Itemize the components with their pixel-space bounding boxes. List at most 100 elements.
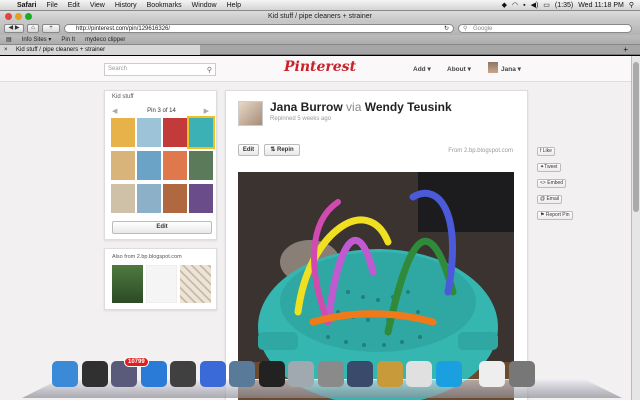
search-field[interactable]: ⚲ Google	[458, 24, 632, 33]
mac-menubar: Safari File Edit View History Bookmarks …	[0, 0, 640, 11]
site-search-input[interactable]: Search ⚲	[104, 63, 216, 76]
board-thumbnail[interactable]	[189, 184, 213, 213]
close-tab-icon[interactable]: ×	[4, 45, 8, 55]
url-text: http://pinterest.com/pin/129616326/	[76, 26, 171, 32]
board-thumbnail[interactable]	[187, 116, 215, 149]
email-button[interactable]: @ Email	[537, 195, 562, 204]
tab-active[interactable]: × Kid stuff / pipe cleaners + strainer	[0, 45, 200, 55]
board-edit-button[interactable]: Edit	[112, 221, 212, 234]
repin-button[interactable]: ⇅ Repin	[264, 144, 300, 156]
pinner-name[interactable]: Jana Burrow	[270, 100, 343, 114]
photo-booth-icon[interactable]	[170, 361, 196, 387]
dropbox-icon[interactable]: ◆	[502, 0, 507, 11]
volume-icon[interactable]: ◀)	[531, 0, 539, 11]
board-thumbnail[interactable]	[189, 151, 213, 180]
board-thumbnail[interactable]	[137, 118, 161, 147]
screen: Safari File Edit View History Bookmarks …	[0, 0, 640, 400]
documents-icon[interactable]	[479, 361, 505, 387]
menu-view[interactable]: View	[85, 0, 110, 11]
preview-icon[interactable]	[288, 361, 314, 387]
board-thumbnail[interactable]	[111, 184, 135, 213]
address-bar[interactable]: http://pinterest.com/pin/129616326/ ↻	[64, 24, 454, 33]
board-thumbnail[interactable]	[111, 151, 135, 180]
new-tab-icon[interactable]: +	[623, 45, 628, 55]
trash-icon[interactable]	[508, 361, 535, 387]
also-thumb[interactable]	[180, 265, 211, 303]
battery-time: (1:35)	[554, 1, 574, 9]
board-pager: Pin 3 of 14	[147, 108, 176, 114]
battery-icon[interactable]: ▭	[543, 0, 550, 11]
pin-edit-button[interactable]: Edit	[238, 144, 259, 156]
webpage: Search ⚲ Pinterest Add ▾ About ▾ Jana ▾ …	[0, 56, 631, 400]
menu-bookmarks[interactable]: Bookmarks	[142, 0, 187, 11]
wifi-icon[interactable]: ◠	[512, 0, 518, 11]
embed-button[interactable]: <> Embed	[537, 179, 567, 188]
pinner-avatar[interactable]	[238, 101, 263, 126]
menu-window[interactable]: Window	[187, 0, 222, 11]
spotlight-icon[interactable]: ⚲	[629, 0, 634, 11]
menu-app[interactable]: Safari	[12, 0, 41, 11]
back-forward-button[interactable]: ◀ ▶	[4, 24, 24, 33]
imovie-icon[interactable]	[258, 361, 285, 387]
minimize-window-icon[interactable]	[15, 13, 22, 20]
keynote-icon[interactable]	[376, 361, 403, 387]
next-pin-icon[interactable]: ▶	[204, 107, 209, 115]
also-thumb[interactable]	[146, 265, 177, 303]
site-search-placeholder: Search	[108, 66, 128, 72]
board-title[interactable]: Kid stuff	[112, 94, 134, 100]
clock[interactable]: Wed 11:18 PM	[578, 0, 624, 11]
also-thumb[interactable]	[112, 265, 143, 303]
picasa-icon[interactable]	[406, 361, 432, 387]
board-thumbnail[interactable]	[111, 118, 135, 147]
iphoto-icon[interactable]	[229, 361, 255, 387]
pinterest-logo[interactable]: Pinterest	[284, 59, 356, 75]
bookmark-info-sites[interactable]: Info Sites ▾	[22, 35, 52, 44]
ink-icon[interactable]	[347, 361, 373, 387]
original-pinner[interactable]: Wendy Teusink	[365, 100, 452, 114]
flag-icon: ⚑	[540, 212, 545, 218]
scrollbar-thumb[interactable]	[633, 62, 639, 212]
search-field-placeholder: Google	[473, 26, 493, 32]
board-thumbnail[interactable]	[163, 184, 187, 213]
bookmark-mydeco[interactable]: mydeco clipper	[85, 35, 125, 44]
skype-icon[interactable]	[435, 361, 462, 387]
board-thumbnail[interactable]	[137, 151, 161, 180]
search-icon[interactable]: ⚲	[207, 65, 212, 76]
dashboard-icon[interactable]	[81, 361, 108, 387]
system-preferences-icon[interactable]	[317, 361, 344, 387]
board-thumbnail[interactable]	[137, 184, 161, 213]
repin-label: Repin	[277, 147, 294, 153]
bookmark-pin-it[interactable]: Pin It	[61, 35, 75, 44]
report-pin-button[interactable]: ⚑ Report Pin	[537, 211, 573, 220]
bookmarks-icon[interactable]: ▤	[6, 35, 12, 44]
user-avatar[interactable]	[488, 62, 498, 73]
tab-bar: × Kid stuff / pipe cleaners + strainer +	[0, 45, 640, 55]
pin-source[interactable]: From 2.bp.blogspot.com	[448, 148, 513, 154]
window-titlebar: Kid stuff / pipe cleaners + strainer	[0, 11, 640, 22]
flag-icon[interactable]: ▪	[523, 0, 525, 11]
zoom-window-icon[interactable]	[25, 13, 32, 20]
menu-history[interactable]: History	[110, 0, 142, 11]
mac-dock: 10799	[0, 355, 640, 400]
menu-file[interactable]: File	[41, 0, 62, 11]
bookmarks-bar: ▤ Info Sites ▾ Pin It mydeco clipper	[0, 35, 640, 45]
nav-add[interactable]: Add ▾	[413, 65, 431, 73]
repin-icon: ⇅	[270, 147, 276, 153]
nav-user[interactable]: Jana ▾	[501, 65, 521, 73]
add-bookmark-button[interactable]: +	[42, 24, 60, 33]
nav-about[interactable]: About ▾	[447, 65, 471, 73]
site-header: Search ⚲ Pinterest Add ▾ About ▾ Jana ▾	[0, 56, 631, 82]
page-scrollbar[interactable]	[631, 56, 640, 400]
tweet-button[interactable]: ✦Tweet	[537, 163, 561, 172]
finder-icon[interactable]	[52, 361, 78, 387]
reload-icon[interactable]: ↻	[444, 25, 449, 33]
menu-help[interactable]: Help	[222, 0, 246, 11]
itunes-icon[interactable]	[199, 361, 226, 387]
board-thumbnail[interactable]	[163, 118, 187, 147]
facebook-like-button[interactable]: f Like	[537, 147, 555, 156]
home-button[interactable]: ⌂	[27, 24, 39, 33]
board-thumbnail[interactable]	[163, 151, 187, 180]
menu-edit[interactable]: Edit	[63, 0, 85, 11]
close-window-icon[interactable]	[5, 13, 12, 20]
email-icon: @	[540, 196, 546, 202]
